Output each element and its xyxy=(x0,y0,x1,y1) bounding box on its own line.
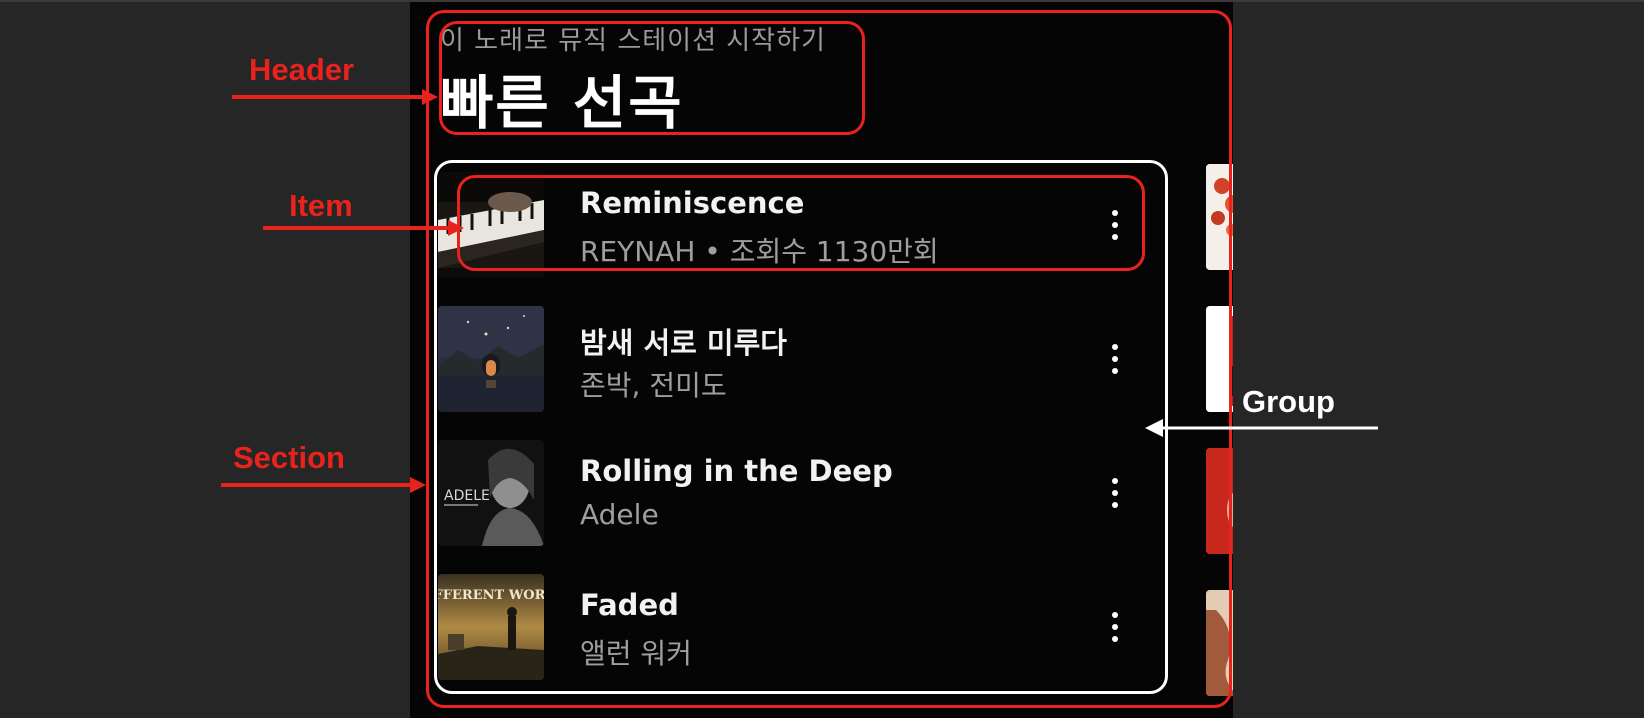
item-arrow-icon xyxy=(263,220,464,236)
annotation-arrows xyxy=(221,89,1378,493)
annotated-screenshot: 이 노래로 뮤직 스테이션 시작하기 빠른 선곡 Reminiscence RE… xyxy=(0,0,1644,718)
section-arrow-icon xyxy=(221,477,426,493)
header-arrow-icon xyxy=(232,89,438,105)
group-arrow-icon xyxy=(1145,419,1378,437)
